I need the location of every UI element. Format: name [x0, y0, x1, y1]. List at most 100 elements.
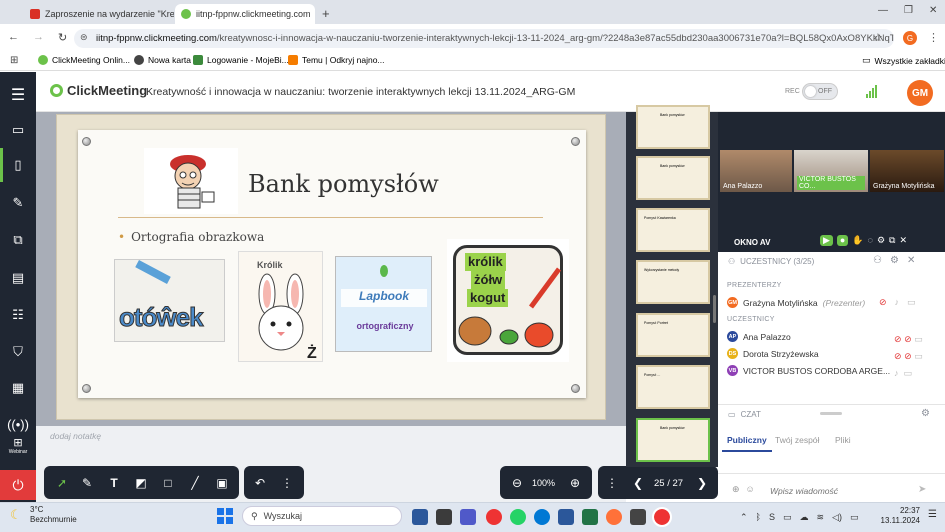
- reload-icon[interactable]: ↻: [58, 31, 67, 44]
- clock[interactable]: 22:37 13.11.2024: [878, 506, 920, 526]
- add-user-icon[interactable]: ⚇: [873, 255, 882, 266]
- camera-icon[interactable]: ▭: [8, 120, 28, 140]
- battery-icon[interactable]: ▭: [850, 512, 859, 523]
- url-field[interactable]: iitnp-fppnw.clickmeeting.com/kreatywnosc…: [74, 29, 894, 48]
- chat-tab-team[interactable]: Twój zespół: [775, 435, 819, 445]
- profile-avatar[interactable]: G: [903, 31, 917, 45]
- camera-off-icon[interactable]: ⊘: [879, 297, 887, 308]
- mic-off-icon[interactable]: ⊘: [904, 351, 912, 361]
- thumbnail[interactable]: Bank pomysłów: [636, 105, 710, 149]
- thumbnail-scrollbar[interactable]: [713, 295, 716, 323]
- screen-icon[interactable]: ▭: [907, 297, 916, 308]
- rec-toggle[interactable]: OFF: [802, 83, 838, 100]
- chat-message-input[interactable]: [770, 485, 910, 497]
- new-tab-button[interactable]: +: [322, 6, 330, 21]
- apps-grid-icon[interactable]: ⊞: [10, 55, 18, 66]
- apps-icon[interactable]: ▦: [8, 378, 28, 398]
- camera-off-icon[interactable]: ⊘: [894, 334, 902, 344]
- rectangle-icon[interactable]: □: [158, 473, 178, 493]
- display-icon[interactable]: ▭: [783, 512, 792, 523]
- minimize-icon[interactable]: —: [878, 5, 888, 16]
- participant-row[interactable]: DS Dorota Strzyżewska: [727, 348, 819, 359]
- video-tile[interactable]: Ana Palazzo: [720, 150, 792, 192]
- text-tool-icon[interactable]: T: [104, 473, 124, 493]
- test-icon[interactable]: ☷: [8, 305, 28, 325]
- pencil-icon[interactable]: ✎: [77, 473, 97, 493]
- chat-bubble-icon[interactable]: ◌: [868, 235, 873, 246]
- participant-row[interactable]: AP Ana Palazzo: [727, 331, 791, 342]
- image-icon[interactable]: ▣: [212, 473, 232, 493]
- edge-icon[interactable]: [534, 509, 550, 525]
- thumbnail[interactable]: Pomysł: Portret: [636, 313, 710, 357]
- excel-icon[interactable]: [582, 509, 598, 525]
- bookmark-star-icon[interactable]: ☆: [873, 31, 883, 44]
- add-icon[interactable]: ⊕: [732, 484, 740, 495]
- settings-icon[interactable]: ⚙: [877, 235, 885, 246]
- menu-icon[interactable]: ⋮: [928, 31, 939, 44]
- drag-handle[interactable]: [820, 412, 842, 415]
- folder-icon[interactable]: ▯: [8, 155, 28, 175]
- more-options-icon[interactable]: ⋮: [277, 473, 297, 493]
- back-icon[interactable]: ←: [8, 31, 19, 44]
- notification-icon[interactable]: ☰: [928, 509, 937, 520]
- edit-icon[interactable]: ✎: [8, 193, 28, 213]
- browser-tab-clickmeeting[interactable]: iitnp-fppnw.clickmeeting.com ◉ ✕: [175, 4, 315, 24]
- next-page-icon[interactable]: ❯: [692, 473, 712, 493]
- camera-off-icon[interactable]: ⊘: [894, 351, 902, 361]
- layout-icon[interactable]: ⧉: [889, 235, 895, 246]
- participant-row[interactable]: VB VICTOR BUSTOS CORDOBA ARGE...: [727, 365, 890, 376]
- thumbnail-active[interactable]: Bank pomysłów: [636, 418, 710, 462]
- chrome-icon[interactable]: [486, 509, 502, 525]
- all-bookmarks[interactable]: ▭ Wszystkie zakładki: [862, 55, 945, 66]
- bluetooth-icon[interactable]: ᛒ: [756, 512, 761, 523]
- video-tile[interactable]: Grażyna Motylińska: [870, 150, 944, 192]
- thumbnail[interactable]: Pomysł: Kawiarenka: [636, 208, 710, 252]
- share-screen-icon[interactable]: ⧉: [8, 230, 28, 250]
- restore-icon[interactable]: ❐: [904, 5, 913, 16]
- thumbnail[interactable]: Wykorzystanie metody: [636, 260, 710, 304]
- participant-row[interactable]: GM Grażyna Motylińska (Prezenter): [727, 297, 865, 308]
- camera-toggle-icon[interactable]: ▶: [820, 235, 833, 246]
- wifi-icon[interactable]: ≋: [816, 512, 824, 523]
- thumbnail[interactable]: Pomysł: ...: [636, 365, 710, 409]
- send-icon[interactable]: ➤: [918, 484, 926, 495]
- chrome-active-icon[interactable]: [652, 507, 672, 527]
- zoom-out-icon[interactable]: ⊖: [507, 473, 527, 493]
- firefox-icon[interactable]: [606, 509, 622, 525]
- hamburger-menu-icon[interactable]: ☰: [8, 85, 28, 105]
- forward-icon[interactable]: →: [33, 31, 44, 44]
- word-icon[interactable]: [558, 509, 574, 525]
- close-icon[interactable]: ✕: [899, 235, 907, 246]
- chat-tab-public[interactable]: Publiczny: [727, 435, 767, 445]
- settings-icon[interactable]: ⚙: [890, 255, 899, 266]
- sticky-note-icon[interactable]: ◩: [131, 473, 151, 493]
- prev-page-icon[interactable]: ❮: [628, 473, 648, 493]
- shield-icon[interactable]: ⛉: [8, 342, 28, 362]
- onedrive-icon[interactable]: ☁: [799, 512, 808, 523]
- skype-icon[interactable]: S: [769, 512, 775, 523]
- mic-icon[interactable]: ♪: [895, 297, 900, 308]
- emoji-icon[interactable]: ☺: [746, 484, 755, 495]
- line-icon[interactable]: ╱: [185, 473, 205, 493]
- broadcast-icon[interactable]: ((•)): [7, 414, 29, 434]
- bookmark-new-tab[interactable]: Nowa karta: [134, 55, 191, 65]
- word-icon[interactable]: [412, 509, 428, 525]
- weather-widget[interactable]: 3°C Bezchmurnie: [30, 505, 77, 525]
- raise-hand-icon[interactable]: ✋: [852, 235, 863, 246]
- app-icon[interactable]: [436, 509, 452, 525]
- poll-icon[interactable]: ▤: [8, 268, 28, 288]
- close-window-icon[interactable]: ✕: [929, 5, 937, 16]
- undo-icon[interactable]: ↶: [250, 473, 270, 493]
- bookmark-temu[interactable]: Temu | Odkryj najno...: [288, 55, 385, 65]
- app-icon[interactable]: [630, 509, 646, 525]
- windows-start-icon[interactable]: [217, 508, 233, 524]
- thumbnail[interactable]: Bank pomysłów: [636, 156, 710, 200]
- zoom-in-icon[interactable]: ⊕: [565, 473, 585, 493]
- mic-off-icon[interactable]: ⊘: [904, 334, 912, 344]
- close-icon[interactable]: ✕: [907, 255, 915, 266]
- mic-toggle-icon[interactable]: ●: [836, 235, 849, 246]
- more-icon[interactable]: ⋮: [602, 473, 622, 493]
- video-tile[interactable]: VICTOR BUSTOS CO...: [794, 150, 868, 192]
- whatsapp-icon[interactable]: [510, 509, 526, 525]
- power-leave-button[interactable]: ⏻: [0, 470, 36, 500]
